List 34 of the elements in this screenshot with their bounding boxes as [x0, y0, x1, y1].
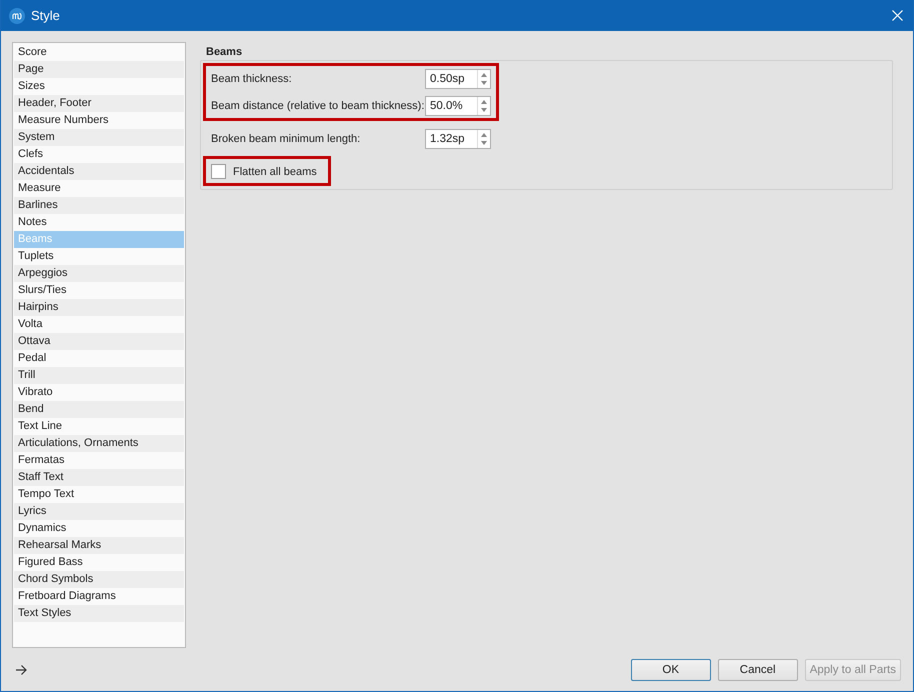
sidebar-item[interactable]: Arpeggios — [14, 265, 184, 282]
sidebar-item[interactable]: Hairpins — [14, 299, 184, 316]
dialog-button[interactable]: Cancel — [718, 659, 798, 681]
close-icon[interactable] — [892, 10, 903, 21]
sidebar-item[interactable]: Header, Footer — [14, 95, 184, 112]
checkbox-label: Flatten all beams — [233, 166, 317, 178]
dialog-button[interactable]: OK — [630, 659, 711, 681]
sidebar-item[interactable]: Page — [14, 61, 184, 78]
spin-arrows-icon[interactable] — [477, 130, 490, 148]
setting-label: Beam distance (relative to beam thickness): — [211, 100, 425, 112]
sidebar-item[interactable]: Accidentals — [14, 163, 184, 180]
sidebar-item[interactable]: Lyrics — [14, 503, 184, 520]
setting-label: Broken beam minimum length: — [211, 133, 362, 145]
window-title: Style — [31, 8, 61, 23]
sidebar-item[interactable]: Bend — [14, 401, 184, 418]
spin-box[interactable]: 0.50sp — [425, 69, 491, 89]
sidebar-item[interactable]: Rehearsal Marks — [14, 537, 184, 554]
sidebar-item[interactable]: Text Styles — [14, 605, 184, 622]
sidebar-item[interactable]: Chord Symbols — [14, 571, 184, 588]
sidebar-item[interactable]: Trill — [14, 367, 184, 384]
sidebar-item[interactable]: Barlines — [14, 197, 184, 214]
spin-box[interactable]: 50.0% — [425, 96, 491, 116]
setting-label: Beam thickness: — [211, 73, 293, 85]
sidebar-item[interactable]: Ottava — [14, 333, 184, 350]
section-title: Beams — [205, 45, 242, 60]
sidebar-item[interactable]: System — [14, 129, 184, 146]
sidebar-item[interactable]: Articulations, Ornaments — [14, 435, 184, 452]
checkbox[interactable] — [211, 164, 226, 179]
sidebar-item[interactable]: Staff Text — [14, 469, 184, 486]
arrow-right-icon[interactable] — [15, 664, 27, 676]
app-logo-icon — [9, 8, 25, 24]
spin-arrows-icon[interactable] — [477, 70, 490, 88]
spin-box[interactable]: 1.32sp — [425, 129, 491, 149]
spin-arrows-icon[interactable] — [477, 97, 490, 115]
